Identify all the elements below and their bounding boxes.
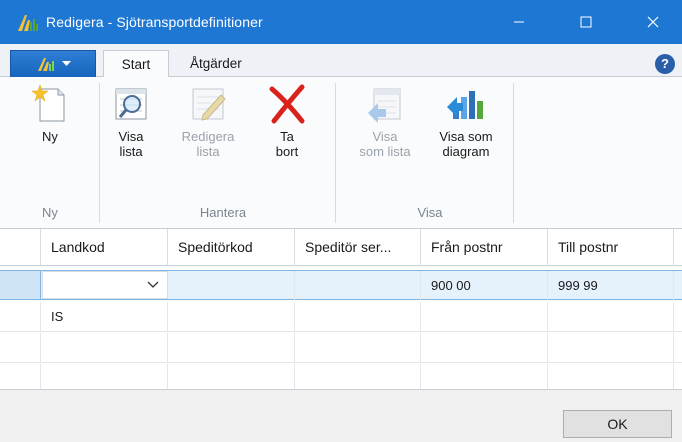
show-as-chart-icon: [447, 91, 483, 119]
window-title: Redigera - Sjötransportdefinitioner: [46, 14, 263, 30]
cell-fran-postnr[interactable]: [421, 364, 548, 389]
maximize-icon: [580, 16, 592, 28]
column-header-speditor-ser[interactable]: Speditör ser...: [295, 229, 421, 266]
row-selector[interactable]: [0, 302, 41, 332]
view-list-label: Visa lista: [118, 129, 144, 159]
show-as-list-button[interactable]: Visa som lista: [349, 83, 421, 159]
cell-speditor-ser[interactable]: [295, 364, 421, 389]
grid-header: Landkod Speditörkod Speditör ser... Från…: [0, 229, 682, 266]
close-button[interactable]: [630, 0, 676, 44]
row-selector[interactable]: [0, 271, 41, 299]
cell-till-postnr[interactable]: [548, 364, 674, 389]
dialog-footer: OK: [0, 389, 682, 442]
group-separator: [335, 83, 336, 223]
new-document-icon: [31, 84, 65, 122]
delete-x-icon: [269, 84, 305, 124]
row-selector[interactable]: [0, 364, 41, 389]
new-button[interactable]: Ny: [30, 83, 70, 144]
column-header-till-postnr[interactable]: Till postnr: [548, 229, 674, 266]
dropdown-arrow-icon: [61, 61, 71, 66]
cell-speditorkod[interactable]: [168, 364, 295, 389]
title-bar: Redigera - Sjötransportdefinitioner: [0, 0, 682, 44]
group-separator: [99, 83, 100, 223]
table-row[interactable]: 900 00 999 99: [0, 270, 682, 301]
table-row[interactable]: [0, 333, 682, 363]
app-logo-icon: [37, 58, 54, 71]
cell-till-postnr[interactable]: [548, 333, 674, 363]
ribbon-tab-bar: Start Åtgärder ?: [0, 44, 682, 78]
minimize-button[interactable]: [496, 0, 542, 44]
show-as-list-icon: [368, 88, 401, 123]
tab-start[interactable]: Start: [103, 50, 169, 78]
cell-fran-postnr[interactable]: [421, 302, 548, 332]
landkod-dropdown[interactable]: [42, 271, 168, 299]
delete-button[interactable]: Ta bort: [266, 83, 308, 159]
table-row[interactable]: [0, 364, 682, 389]
delete-label: Ta bort: [275, 129, 299, 159]
show-as-list-label: Visa som lista: [359, 129, 411, 159]
cell-speditor-ser[interactable]: [295, 271, 421, 301]
maximize-button[interactable]: [563, 0, 609, 44]
cell-speditorkod[interactable]: [168, 302, 295, 332]
column-header-fran-postnr[interactable]: Från postnr: [421, 229, 548, 266]
table-row[interactable]: IS: [0, 302, 682, 332]
new-button-label: Ny: [42, 129, 58, 144]
help-icon[interactable]: ?: [655, 54, 675, 74]
group-label-hantera: Hantera: [199, 205, 247, 220]
edit-list-icon: [192, 88, 226, 121]
view-list-button[interactable]: Visa lista: [108, 83, 154, 159]
cell-landkod[interactable]: [41, 364, 168, 389]
ribbon-body: Ny Ny Visa lista Redigera lista Ta bort …: [0, 77, 682, 229]
minimize-icon: [514, 21, 524, 23]
cell-fran-postnr[interactable]: [421, 333, 548, 363]
close-icon: [647, 16, 659, 28]
cell-speditorkod[interactable]: [168, 333, 295, 363]
row-selector-header: [0, 229, 41, 266]
data-grid: Landkod Speditörkod Speditör ser... Från…: [0, 229, 682, 389]
view-list-icon: [115, 88, 147, 120]
edit-list-label: Redigera lista: [181, 129, 235, 159]
group-label-visa: Visa: [417, 205, 443, 220]
cell-landkod[interactable]: [41, 333, 168, 363]
show-as-chart-label: Visa som diagram: [439, 129, 493, 159]
group-separator: [513, 83, 514, 223]
chevron-down-icon[interactable]: [147, 281, 159, 289]
cell-speditorkod[interactable]: [168, 271, 295, 301]
cell-speditor-ser[interactable]: [295, 302, 421, 332]
tab-atgarder[interactable]: Åtgärder: [178, 50, 254, 78]
app-logo-icon: [18, 15, 38, 31]
row-selector[interactable]: [0, 333, 41, 363]
group-label-ny: Ny: [42, 205, 58, 220]
cell-fran-postnr[interactable]: 900 00: [421, 271, 548, 301]
cell-till-postnr[interactable]: 999 99: [548, 271, 674, 301]
edit-list-button[interactable]: Redigera lista: [177, 83, 239, 159]
column-header-landkod[interactable]: Landkod: [41, 229, 168, 266]
show-as-chart-button[interactable]: Visa som diagram: [425, 83, 507, 159]
cell-till-postnr[interactable]: [548, 302, 674, 332]
cell-landkod[interactable]: IS: [41, 302, 168, 332]
cell-speditor-ser[interactable]: [295, 333, 421, 363]
application-menu-button[interactable]: [10, 50, 96, 77]
column-header-speditorkod[interactable]: Speditörkod: [168, 229, 295, 266]
ok-button[interactable]: OK: [563, 410, 672, 438]
